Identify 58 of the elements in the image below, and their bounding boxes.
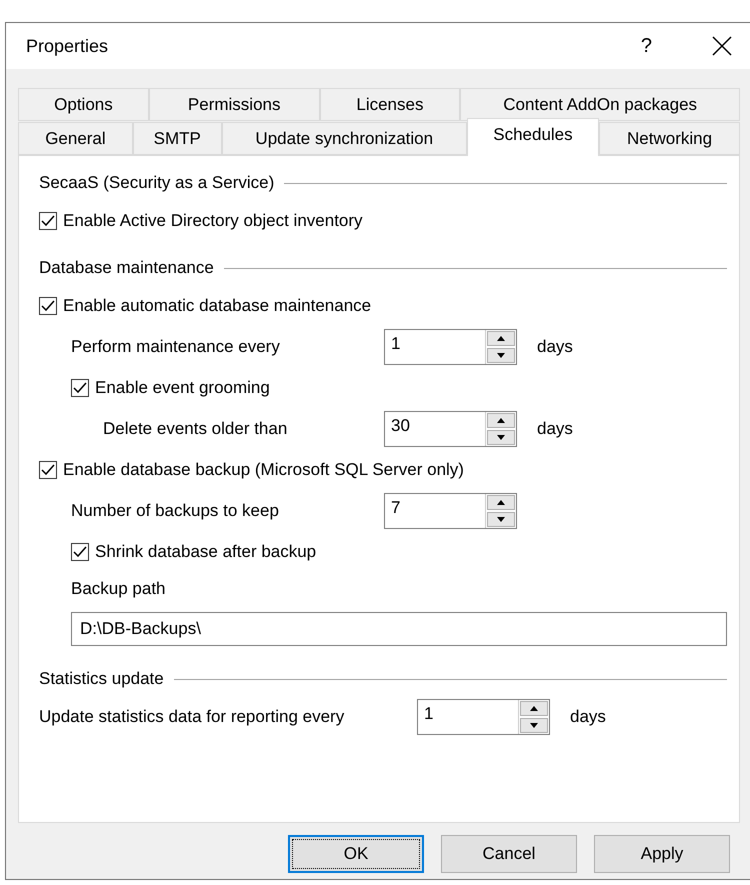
tab[interactable]: Permissions bbox=[148, 88, 320, 121]
field-label: Number of backups to keep bbox=[71, 500, 280, 520]
number-spinner[interactable]: 1 bbox=[384, 328, 517, 364]
tab[interactable]: Networking bbox=[599, 122, 740, 155]
checkbox[interactable] bbox=[39, 296, 57, 314]
path-field[interactable]: D:\DB-Backups\ bbox=[71, 612, 727, 646]
up-arrow-icon[interactable] bbox=[497, 336, 505, 340]
tab[interactable]: Update synchronization bbox=[222, 122, 467, 155]
window-title: Properties bbox=[26, 36, 110, 56]
up-arrow-icon[interactable] bbox=[497, 418, 505, 422]
spinner-value: 7 bbox=[390, 496, 402, 518]
field-label: Update statistics data for reporting every bbox=[39, 706, 346, 726]
check-icon bbox=[41, 464, 55, 476]
check-icon bbox=[73, 546, 87, 558]
tab[interactable]: Options bbox=[18, 88, 149, 121]
number-spinner[interactable]: 30 bbox=[384, 410, 517, 446]
section-heading: Database maintenance bbox=[39, 258, 214, 278]
checkbox[interactable] bbox=[71, 378, 89, 396]
checkbox[interactable] bbox=[39, 212, 57, 230]
tab[interactable]: Content AddOn packages bbox=[460, 88, 740, 121]
field-label: Perform maintenance every bbox=[71, 336, 281, 356]
unit-label: days bbox=[537, 336, 573, 356]
tab[interactable]: SMTP bbox=[132, 122, 222, 155]
tab[interactable]: Schedules bbox=[466, 118, 600, 156]
tab[interactable]: Licenses bbox=[320, 88, 460, 121]
checkbox-label: Enable automatic database maintenance bbox=[63, 296, 372, 316]
spinner-value: 30 bbox=[390, 414, 411, 436]
down-arrow-icon[interactable] bbox=[497, 352, 505, 358]
checkbox-label: Enable Active Directory object inventory bbox=[63, 210, 363, 230]
checkbox[interactable] bbox=[39, 460, 57, 478]
check-icon bbox=[73, 382, 87, 394]
down-arrow-icon[interactable] bbox=[497, 516, 505, 522]
field-label: Backup path bbox=[71, 579, 166, 599]
section-heading: SecaaS (Security as a Service) bbox=[39, 173, 274, 193]
spinner-value: 1 bbox=[390, 332, 402, 354]
field-label: Delete events older than bbox=[103, 418, 288, 438]
dialog-button[interactable]: Apply bbox=[594, 835, 730, 873]
tab[interactable]: General bbox=[18, 122, 133, 155]
checkbox-label: Enable database backup (Microsoft SQL Server only) bbox=[63, 460, 464, 480]
up-arrow-icon[interactable] bbox=[497, 500, 505, 504]
checkbox-label: Enable event grooming bbox=[95, 378, 270, 398]
number-spinner[interactable]: 1 bbox=[417, 698, 550, 734]
up-arrow-icon[interactable] bbox=[530, 706, 538, 710]
down-arrow-icon[interactable] bbox=[497, 434, 505, 440]
unit-label: days bbox=[537, 418, 573, 438]
help-button[interactable]: ? bbox=[640, 34, 652, 58]
section-heading: Statistics update bbox=[39, 669, 164, 689]
down-arrow-icon[interactable] bbox=[530, 722, 538, 728]
spinner-value: 1 bbox=[423, 702, 434, 724]
dialog-button[interactable]: OK bbox=[288, 835, 424, 873]
number-spinner[interactable]: 7 bbox=[384, 492, 517, 528]
dialog-button[interactable]: Cancel bbox=[441, 835, 577, 873]
unit-label: days bbox=[570, 706, 606, 726]
check-icon bbox=[41, 214, 55, 226]
checkbox[interactable] bbox=[71, 542, 89, 560]
close-icon[interactable] bbox=[712, 36, 732, 56]
checkbox-label: Shrink database after backup bbox=[95, 542, 316, 562]
check-icon bbox=[41, 300, 55, 312]
